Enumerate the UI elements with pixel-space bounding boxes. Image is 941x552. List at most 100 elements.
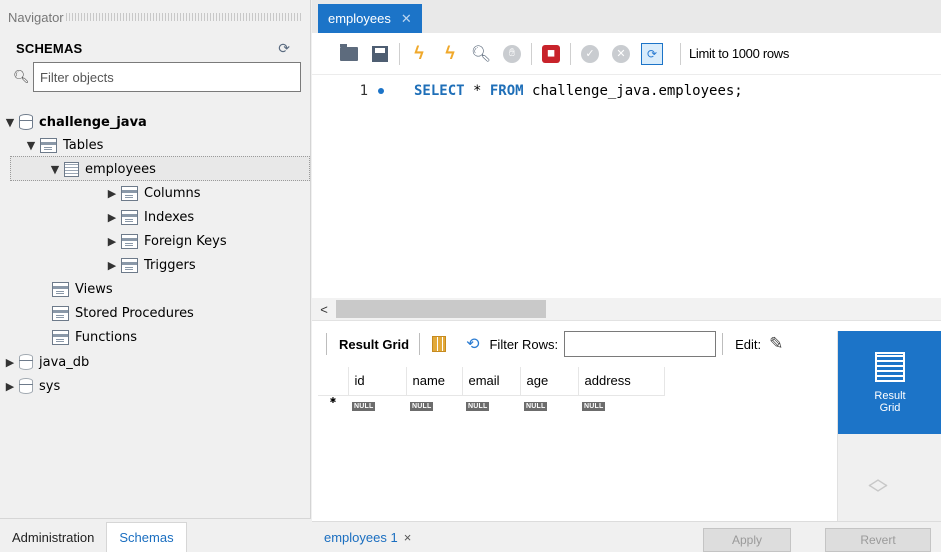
limit-rows-select[interactable]: Limit to 1000 rows bbox=[680, 42, 789, 65]
tree-item-label: Foreign Keys bbox=[144, 233, 227, 249]
revert-button[interactable]: Revert bbox=[825, 528, 931, 552]
result-grid-button-label-1: Result bbox=[874, 389, 906, 402]
edit-pencil-icon[interactable]: ✎ bbox=[769, 334, 783, 354]
line-number: 1 bbox=[359, 83, 368, 99]
functions-folder-icon bbox=[52, 329, 69, 345]
expand-arrow-icon[interactable]: ▶ bbox=[105, 235, 119, 248]
tab-employees-1[interactable]: employees 1 × bbox=[324, 530, 411, 545]
column-header-id[interactable]: id bbox=[348, 367, 407, 396]
rollback-button[interactable]: ✕ bbox=[610, 43, 632, 65]
sql-keyword: SELECT bbox=[414, 83, 465, 99]
sql-editor-area: employees ✕ ϟ ϟ 🔍︎ ✋︎ ◼ ✓ ✕ ⟳ Limit to 1… bbox=[312, 0, 941, 552]
tree-item-sys[interactable]: ▶ sys bbox=[3, 374, 60, 398]
scroll-left-icon[interactable]: < bbox=[312, 302, 336, 317]
folder-icon bbox=[340, 43, 358, 61]
navigator-bottom-tabs: Administration Schemas bbox=[0, 518, 311, 552]
tree-item-stored-procedures[interactable]: Stored Procedures bbox=[36, 301, 194, 325]
tree-item-triggers[interactable]: ▶ Triggers bbox=[105, 253, 196, 277]
tree-item-tables[interactable]: ▼ Tables bbox=[24, 133, 103, 157]
refresh-results-icon[interactable]: ⟲ bbox=[466, 334, 479, 354]
schemas-title: SCHEMAS bbox=[16, 40, 83, 56]
tree-item-label: challenge_java bbox=[39, 114, 147, 130]
column-header-address[interactable]: address bbox=[578, 367, 665, 396]
close-icon[interactable]: ✕ bbox=[401, 11, 412, 27]
scroll-chevrons-icon[interactable]: ︿ ﹀ bbox=[868, 469, 888, 505]
tree-item-indexes[interactable]: ▶ Indexes bbox=[105, 205, 194, 229]
expand-arrow-icon[interactable]: ▼ bbox=[3, 116, 17, 129]
column-header-age[interactable]: age bbox=[520, 367, 579, 396]
table-cell[interactable]: NULL bbox=[462, 395, 520, 417]
tab-schemas[interactable]: Schemas bbox=[106, 522, 187, 552]
refresh-icon[interactable]: ⟳ bbox=[278, 40, 290, 57]
cancel-icon: ✕ bbox=[612, 44, 630, 63]
table-icon bbox=[64, 161, 79, 177]
column-header-name[interactable]: name bbox=[406, 367, 463, 396]
stop-query-button[interactable]: ✋︎ bbox=[501, 43, 523, 65]
procedures-folder-icon bbox=[52, 305, 69, 321]
column-header-email[interactable]: email bbox=[462, 367, 521, 396]
editor-toolbar: ϟ ϟ 🔍︎ ✋︎ ◼ ✓ ✕ ⟳ Limit to 1000 rows bbox=[312, 33, 941, 75]
filter-objects-input[interactable] bbox=[33, 62, 301, 92]
expand-arrow-icon[interactable]: ▶ bbox=[105, 187, 119, 200]
tab-administration[interactable]: Administration bbox=[0, 522, 106, 552]
tree-item-label: Columns bbox=[144, 185, 201, 201]
expand-arrow-icon[interactable]: ▶ bbox=[105, 259, 119, 272]
stop-on-error-icon: ◼ bbox=[542, 44, 560, 63]
result-side-panel: Result Grid ︿ ﹀ bbox=[837, 331, 941, 552]
result-grid-table: id name email age address ✱ NULL NULL NU… bbox=[318, 367, 665, 417]
open-file-button[interactable] bbox=[338, 43, 360, 65]
filter-rows-input[interactable] bbox=[564, 331, 717, 357]
tab-employees[interactable]: employees ✕ bbox=[318, 4, 422, 33]
horizontal-scrollbar[interactable]: < bbox=[312, 298, 941, 320]
table-row[interactable]: ✱ NULL NULL NULL NULL NULL bbox=[318, 395, 664, 417]
tree-item-label: Stored Procedures bbox=[75, 305, 194, 321]
tree-item-label: Functions bbox=[75, 329, 138, 345]
foreign-keys-folder-icon bbox=[121, 233, 138, 249]
tables-folder-icon bbox=[40, 137, 57, 153]
navigator-title: Navigator bbox=[8, 9, 64, 25]
tree-item-java-db[interactable]: ▶ java_db bbox=[3, 350, 89, 374]
null-badge: NULL bbox=[352, 401, 376, 411]
result-grid-button[interactable]: Result Grid bbox=[838, 331, 941, 434]
lightning-icon: ϟ bbox=[414, 43, 424, 63]
explain-button[interactable]: 🔍︎ bbox=[470, 43, 492, 65]
table-cell[interactable]: NULL bbox=[520, 395, 578, 417]
save-icon bbox=[372, 45, 388, 62]
panel-drag-handle[interactable] bbox=[65, 13, 302, 21]
indexes-folder-icon bbox=[121, 209, 138, 225]
null-badge: NULL bbox=[410, 401, 434, 411]
expand-arrow-icon[interactable]: ▶ bbox=[3, 356, 17, 369]
tree-item-label: sys bbox=[39, 378, 61, 394]
scrollbar-thumb[interactable] bbox=[336, 300, 546, 318]
tree-item-views[interactable]: Views bbox=[36, 277, 113, 301]
tree-item-employees[interactable]: ▼ employees bbox=[48, 157, 156, 181]
apply-button[interactable]: Apply bbox=[703, 528, 791, 552]
search-icon: 🔍︎ bbox=[13, 69, 30, 84]
editor-tabstrip: employees ✕ bbox=[312, 0, 941, 33]
tree-item-foreign-keys[interactable]: ▶ Foreign Keys bbox=[105, 229, 227, 253]
tree-item-functions[interactable]: Functions bbox=[36, 325, 137, 349]
navigator-header: Navigator bbox=[0, 0, 310, 34]
tree-item-challenge-java[interactable]: ▼ challenge_java bbox=[3, 110, 147, 134]
commit-button[interactable]: ✓ bbox=[579, 43, 601, 65]
stop-on-error-button[interactable]: ◼ bbox=[540, 43, 562, 65]
columns-toggle-icon[interactable] bbox=[432, 336, 447, 352]
table-cell[interactable]: NULL bbox=[578, 395, 664, 417]
columns-folder-icon bbox=[121, 185, 138, 201]
close-icon[interactable]: × bbox=[404, 530, 412, 545]
lightning-cursor-icon: ϟ bbox=[445, 43, 455, 63]
magnifier-icon: 🔍︎ bbox=[470, 45, 492, 63]
execute-button[interactable]: ϟ bbox=[408, 43, 430, 65]
tree-item-columns[interactable]: ▶ Columns bbox=[105, 181, 201, 205]
table-cell[interactable]: NULL bbox=[406, 395, 462, 417]
execute-current-button[interactable]: ϟ bbox=[439, 43, 461, 65]
table-cell[interactable]: NULL bbox=[348, 395, 406, 417]
hand-stop-icon: ✋︎ bbox=[503, 44, 521, 63]
save-button[interactable] bbox=[369, 43, 391, 65]
sql-code-editor[interactable]: 1 SELECT * FROM challenge_java.employees… bbox=[312, 76, 941, 298]
autocommit-toggle[interactable]: ⟳ bbox=[641, 42, 663, 65]
expand-arrow-icon[interactable]: ▼ bbox=[48, 163, 62, 176]
expand-arrow-icon[interactable]: ▼ bbox=[24, 139, 38, 152]
expand-arrow-icon[interactable]: ▶ bbox=[105, 211, 119, 224]
expand-arrow-icon[interactable]: ▶ bbox=[3, 380, 17, 393]
